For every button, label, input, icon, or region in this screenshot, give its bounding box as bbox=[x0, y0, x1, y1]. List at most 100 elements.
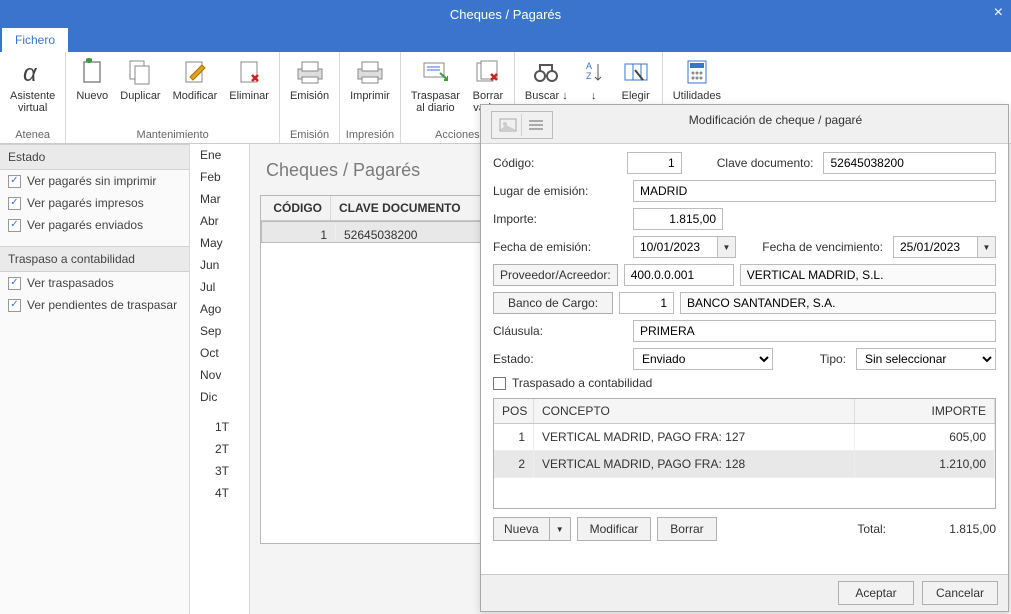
detail-row[interactable]: 1 VERTICAL MADRID, PAGO FRA: 127 605,00 bbox=[494, 424, 995, 451]
label-lugar: Lugar de emisión: bbox=[493, 184, 633, 198]
month-item[interactable]: Jul bbox=[190, 276, 249, 298]
month-item[interactable]: Ene bbox=[190, 144, 249, 166]
print-icon bbox=[356, 58, 384, 86]
aceptar-button[interactable]: Aceptar bbox=[838, 581, 914, 605]
tab-fichero[interactable]: Fichero bbox=[2, 28, 68, 52]
checkbox-icon bbox=[8, 299, 21, 312]
label-clausula: Cláusula: bbox=[493, 324, 633, 338]
tipo-select[interactable]: Sin seleccionar bbox=[856, 348, 996, 370]
prov-code-input[interactable] bbox=[624, 264, 734, 286]
group-atenea-label: Atenea bbox=[4, 129, 61, 143]
window-titlebar: Cheques / Pagarés × bbox=[0, 0, 1011, 28]
checkbox-icon bbox=[8, 277, 21, 290]
col-importe-header[interactable]: IMPORTE bbox=[855, 399, 995, 423]
clausula-input[interactable] bbox=[633, 320, 996, 342]
filter-pendientes[interactable]: Ver pendientes de traspasar bbox=[0, 294, 189, 316]
edit-icon bbox=[181, 58, 209, 86]
total-value: 1.815,00 bbox=[916, 522, 996, 536]
checkbox-icon bbox=[493, 377, 506, 390]
cell-codigo: 1 bbox=[266, 223, 336, 241]
nuevo-button[interactable]: Nuevo bbox=[70, 54, 114, 104]
label-clavedoc: Clave documento: bbox=[699, 156, 824, 170]
post-icon bbox=[421, 58, 449, 86]
elegir-button[interactable]: Elegir bbox=[614, 54, 658, 104]
nueva-button[interactable]: Nueva▼ bbox=[493, 517, 571, 541]
cell-pos: 1 bbox=[494, 424, 534, 450]
chevron-down-icon[interactable]: ▼ bbox=[978, 236, 996, 258]
label-estado: Estado: bbox=[493, 352, 633, 366]
col-pos-header[interactable]: POS bbox=[494, 399, 534, 423]
emision-button[interactable]: Emisión bbox=[284, 54, 335, 104]
col-codigo-header[interactable]: CÓDIGO bbox=[261, 196, 331, 220]
detail-table: POS CONCEPTO IMPORTE 1 VERTICAL MADRID, … bbox=[493, 398, 996, 509]
sidebar: Estado Ver pagarés sin imprimir Ver paga… bbox=[0, 144, 190, 614]
edit-dialog: Modificación de cheque / pagaré Código: … bbox=[480, 104, 1009, 612]
banco-button[interactable]: Banco de Cargo: bbox=[493, 292, 613, 314]
image-mode-icon[interactable] bbox=[494, 114, 522, 136]
cell-pos: 2 bbox=[494, 451, 534, 477]
month-item[interactable]: Dic bbox=[190, 386, 249, 408]
print-check-icon bbox=[296, 58, 324, 86]
quarter-item[interactable]: 3T bbox=[190, 460, 249, 482]
month-item[interactable]: Jun bbox=[190, 254, 249, 276]
clavedoc-input[interactable] bbox=[823, 152, 996, 174]
col-concepto-header[interactable]: CONCEPTO bbox=[534, 399, 855, 423]
utilidades-button[interactable]: Utilidades bbox=[667, 54, 727, 104]
detail-row[interactable]: 2 VERTICAL MADRID, PAGO FRA: 128 1.210,0… bbox=[494, 451, 995, 478]
list-mode-icon[interactable] bbox=[522, 114, 550, 136]
quarter-item[interactable]: 4T bbox=[190, 482, 249, 504]
femision-input[interactable] bbox=[633, 236, 718, 258]
estado-select[interactable]: Enviado bbox=[633, 348, 773, 370]
cell-importe: 605,00 bbox=[855, 424, 995, 450]
col-clave-header[interactable]: CLAVE DOCUMENTO bbox=[331, 196, 491, 220]
chevron-down-icon[interactable]: ▼ bbox=[718, 236, 736, 258]
month-item[interactable]: May bbox=[190, 232, 249, 254]
borrar-detail-button[interactable]: Borrar bbox=[657, 517, 716, 541]
month-item[interactable]: Feb bbox=[190, 166, 249, 188]
delete-multi-icon bbox=[474, 58, 502, 86]
asistente-button[interactable]: α Asistente virtual bbox=[4, 54, 61, 116]
modificar-button[interactable]: Modificar bbox=[167, 54, 224, 104]
month-item[interactable]: Oct bbox=[190, 342, 249, 364]
label-femision: Fecha de emisión: bbox=[493, 240, 633, 254]
calculator-icon bbox=[683, 58, 711, 86]
codigo-input[interactable] bbox=[627, 152, 682, 174]
new-icon bbox=[78, 58, 106, 86]
checkbox-icon bbox=[8, 219, 21, 232]
modificar-detail-button[interactable]: Modificar bbox=[577, 517, 652, 541]
filter-enviados[interactable]: Ver pagarés enviados bbox=[0, 214, 189, 236]
eliminar-button[interactable]: Eliminar bbox=[223, 54, 275, 104]
svg-text:α: α bbox=[23, 60, 38, 85]
close-icon[interactable]: × bbox=[994, 4, 1003, 22]
lugar-input[interactable] bbox=[633, 180, 996, 202]
filter-sin-imprimir[interactable]: Ver pagarés sin imprimir bbox=[0, 170, 189, 192]
svg-text:Z: Z bbox=[586, 71, 592, 81]
sidebar-estado-header: Estado bbox=[0, 144, 189, 170]
checkbox-icon bbox=[8, 197, 21, 210]
month-item[interactable]: Abr bbox=[190, 210, 249, 232]
month-item[interactable]: Nov bbox=[190, 364, 249, 386]
dialog-title: Modificación de cheque / pagaré bbox=[553, 113, 998, 127]
duplicar-button[interactable]: Duplicar bbox=[114, 54, 166, 104]
month-item[interactable]: Mar bbox=[190, 188, 249, 210]
buscar-button[interactable]: Buscar ↓ bbox=[519, 54, 574, 104]
fvenc-input[interactable] bbox=[893, 236, 978, 258]
proveedor-button[interactable]: Proveedor/Acreedor: bbox=[493, 264, 618, 286]
prov-name-input bbox=[740, 264, 996, 286]
filter-traspasados[interactable]: Ver traspasados bbox=[0, 272, 189, 294]
traspasar-button[interactable]: Traspasar al diario bbox=[405, 54, 466, 116]
banco-code-input[interactable] bbox=[619, 292, 674, 314]
filter-impresos[interactable]: Ver pagarés impresos bbox=[0, 192, 189, 214]
sort-az-button[interactable]: AZ↓ bbox=[574, 54, 614, 104]
quarter-item[interactable]: 1T bbox=[190, 416, 249, 438]
imprimir-button[interactable]: Imprimir bbox=[344, 54, 396, 104]
label-fvenc: Fecha de vencimiento: bbox=[762, 240, 893, 254]
quarter-item[interactable]: 2T bbox=[190, 438, 249, 460]
traspasado-checkbox[interactable]: Traspasado a contabilidad bbox=[493, 376, 996, 390]
month-item[interactable]: Ago bbox=[190, 298, 249, 320]
cancelar-button[interactable]: Cancelar bbox=[922, 581, 998, 605]
cell-importe: 1.210,00 bbox=[855, 451, 995, 477]
sort-icon: AZ bbox=[580, 58, 608, 86]
month-item[interactable]: Sep bbox=[190, 320, 249, 342]
importe-input[interactable] bbox=[633, 208, 723, 230]
